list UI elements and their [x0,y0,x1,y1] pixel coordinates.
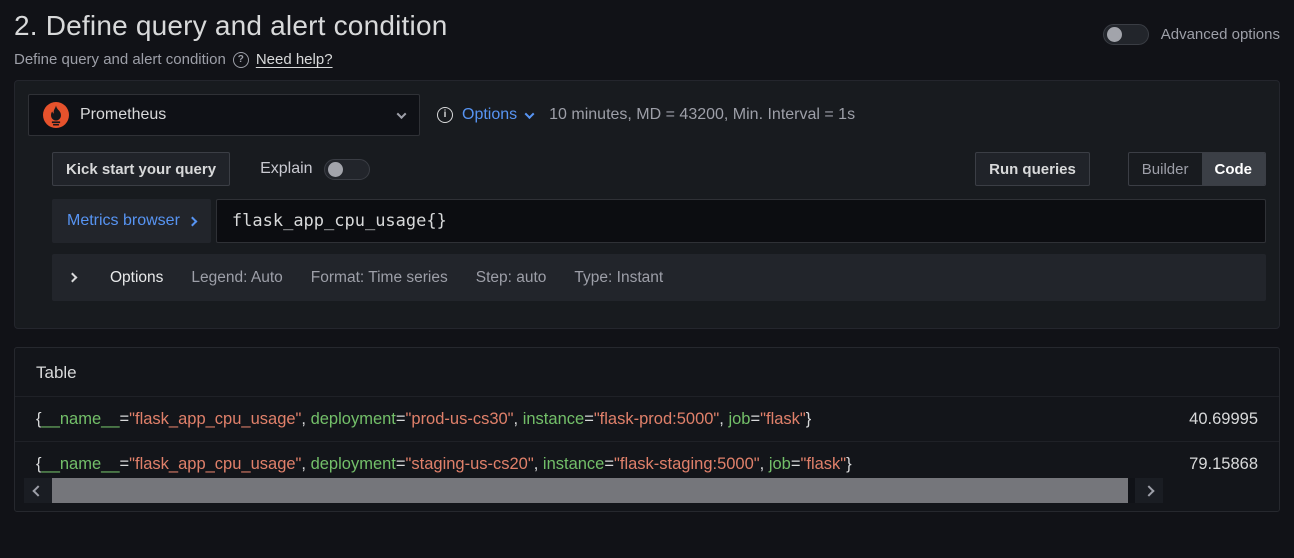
toggle-knob [1107,27,1122,42]
advanced-options-control: Advanced options [1103,24,1280,45]
step-header-left: 2. Define query and alert condition Defi… [14,8,448,68]
datasource-row: Prometheus i Options 10 minutes, MD = 43… [28,94,1266,136]
table-row: {__name__="flask_app_cpu_usage", deploym… [15,397,1279,441]
options-bar-title: Options [110,269,163,287]
query-editor-body: Kick start your query Explain Run querie… [52,152,1266,301]
page-title: 2. Define query and alert condition [14,8,448,42]
metrics-browser-label: Metrics browser [67,212,180,230]
series-labels: {__name__="flask_app_cpu_usage", deploym… [36,455,852,474]
query-toolbar: Kick start your query Explain Run querie… [52,152,1266,186]
kick-start-query-button[interactable]: Kick start your query [52,152,230,186]
step-subtitle-row: Define query and alert condition ? Need … [14,51,448,68]
promql-query-input[interactable] [216,199,1266,243]
options-step: Step: auto [476,269,547,287]
info-circle-icon: i [437,107,453,123]
query-options-link[interactable]: Options [462,106,533,124]
mode-code-option[interactable]: Code [1202,153,1266,185]
options-format: Format: Time series [311,269,448,287]
metrics-browser-button[interactable]: Metrics browser [52,199,211,243]
advanced-options-toggle[interactable] [1103,24,1149,45]
advanced-options-label: Advanced options [1161,26,1280,43]
chevron-down-icon [525,109,535,119]
explain-label: Explain [260,160,312,178]
alert-rule-step-2: 2. Define query and alert condition Defi… [0,0,1294,512]
scroll-left-button[interactable] [24,478,52,503]
table-panel-title: Table [15,348,1279,397]
need-help-link[interactable]: Need help? [256,51,333,68]
prometheus-flame-icon [43,102,69,128]
series-value: 79.15868 [1169,455,1258,474]
query-options-label: Options [462,106,517,124]
explain-toggle[interactable] [324,159,370,180]
editor-mode-group: Builder Code [1128,152,1266,186]
options-type: Type: Instant [574,269,663,287]
datasource-picker[interactable]: Prometheus [28,94,420,136]
scrollbar-thumb[interactable] [52,478,1128,503]
series-labels: {__name__="flask_app_cpu_usage", deploym… [36,410,811,429]
query-editor-section: Prometheus i Options 10 minutes, MD = 43… [14,80,1280,329]
chevron-left-icon [32,485,43,496]
run-queries-button[interactable]: Run queries [975,152,1090,186]
results-table-panel: Table {__name__="flask_app_cpu_usage", d… [14,347,1280,512]
table-row: {__name__="flask_app_cpu_usage", deploym… [15,441,1279,476]
options-legend: Legend: Auto [191,269,282,287]
query-options-summary: 10 minutes, MD = 43200, Min. Interval = … [549,106,855,124]
step-header: 2. Define query and alert condition Defi… [14,8,1280,68]
chevron-right-icon [187,216,197,226]
chevron-down-icon [397,109,407,119]
scrollbar-track[interactable] [52,478,1135,503]
chevron-right-icon [1143,485,1154,496]
horizontal-scrollbar [24,478,1163,503]
toggle-knob [328,162,343,177]
scroll-right-button[interactable] [1135,478,1163,503]
mode-builder-option[interactable]: Builder [1129,153,1202,185]
query-row: Metrics browser [52,199,1266,243]
question-circle-icon: ? [233,52,249,68]
chevron-right-icon [68,273,78,283]
series-value: 40.69995 [1169,410,1258,429]
datasource-name: Prometheus [80,106,166,124]
collapsed-options-bar[interactable]: Options Legend: Auto Format: Time series… [52,254,1266,301]
step-subtitle: Define query and alert condition [14,51,226,68]
